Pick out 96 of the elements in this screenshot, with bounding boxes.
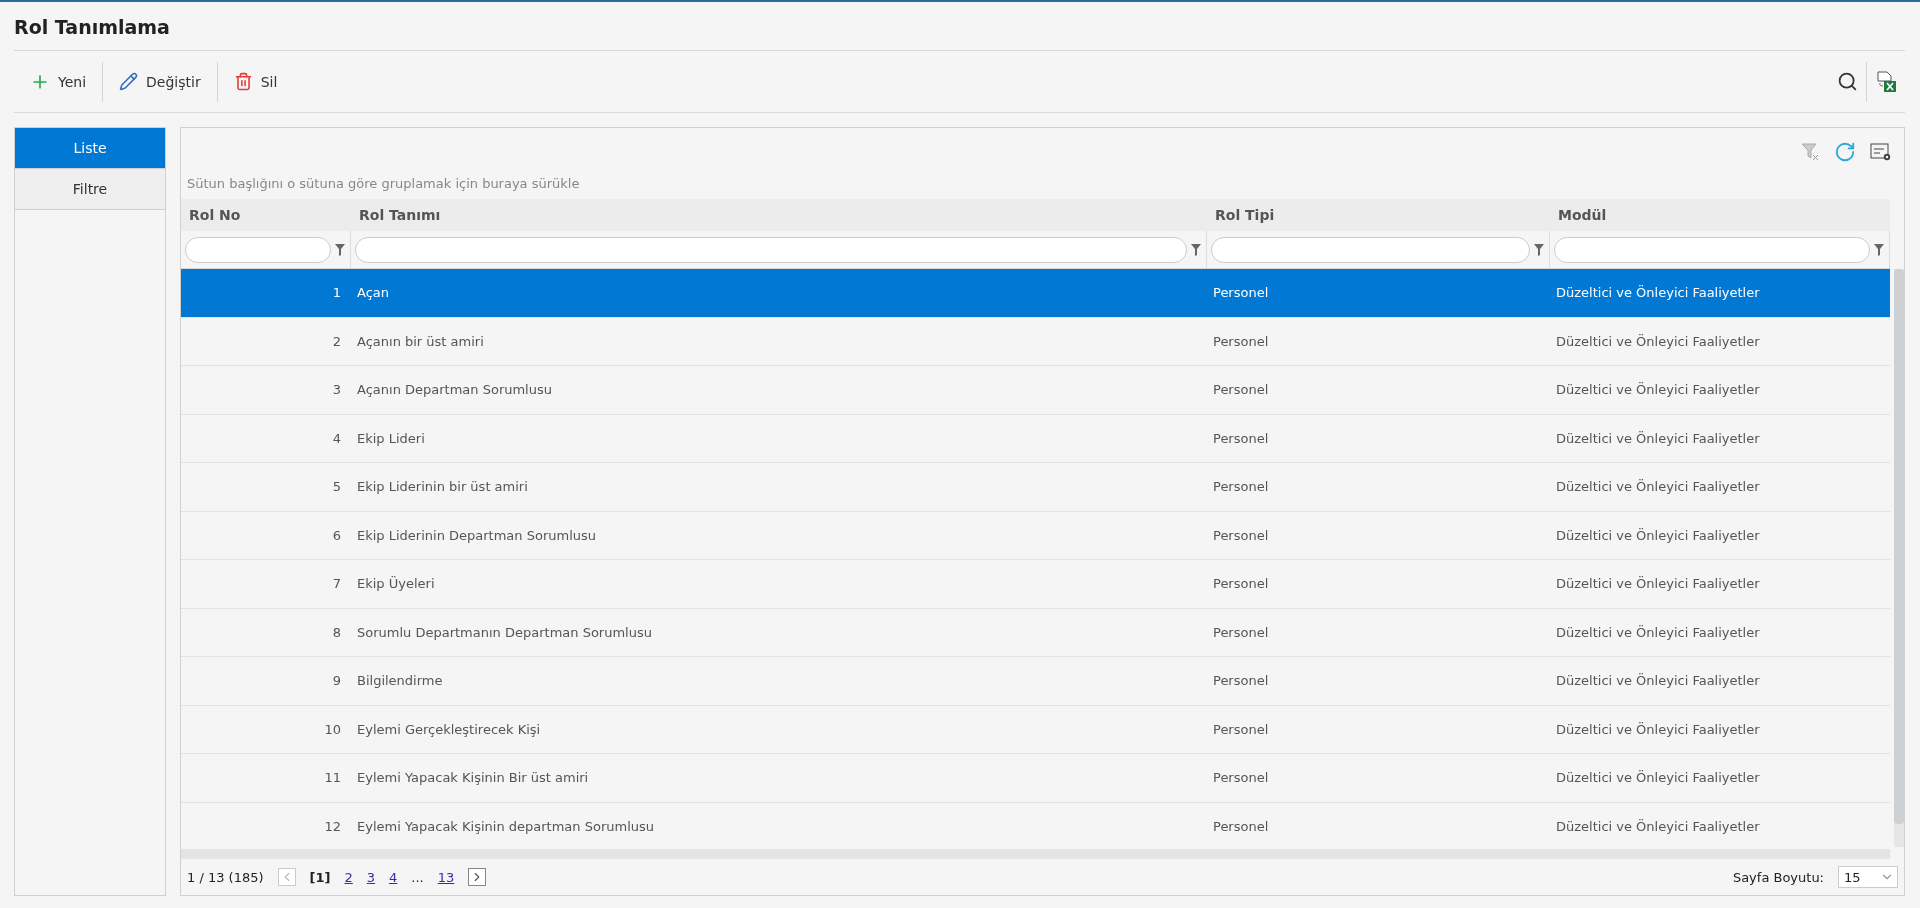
- side-tab[interactable]: Liste: [15, 128, 165, 169]
- page-link[interactable]: 4: [389, 869, 398, 885]
- table-cell-text: 3: [331, 382, 342, 398]
- table-row[interactable]: 2 Açanın bir üst amiri Personel Düzeltici ve Önleyici Faaliyetler: [181, 317, 1890, 366]
- new-button[interactable]: Yeni: [14, 61, 103, 102]
- table-cell-text: Düzeltici ve Önleyici Faaliyetler: [1555, 430, 1761, 446]
- trash-icon: [233, 72, 253, 91]
- filter-icon[interactable]: [1873, 242, 1885, 257]
- table-cell-text: Personel: [1212, 479, 1270, 495]
- table-row[interactable]: 6 Ekip Liderinin Departman Sorumlusu Personel Düzeltici ve Önleyici Faaliyetler: [181, 511, 1890, 560]
- horizontal-scrollbar[interactable]: [181, 849, 1890, 859]
- table-row[interactable]: 8 Sorumlu Departmanın Departman Sorumlusu Personel Düzeltici ve Önleyici Faaliyetler: [181, 608, 1890, 657]
- page-info: 1 / 13 (185): [187, 869, 264, 885]
- table-cell-text: Düzeltici ve Önleyici Faaliyetler: [1555, 382, 1761, 398]
- page-ellipsis: ...: [411, 869, 424, 885]
- table-cell-text: Personel: [1212, 721, 1270, 737]
- column-header[interactable]: Rol No: [181, 207, 351, 223]
- table-row[interactable]: 7 Ekip Üyeleri Personel Düzeltici ve Önleyici Faaliyetler: [181, 560, 1890, 609]
- table-cell-text: Düzeltici ve Önleyici Faaliyetler: [1555, 333, 1761, 349]
- delete-button[interactable]: Sil: [217, 61, 294, 102]
- table-cell-text: Ekip Lideri: [356, 430, 426, 446]
- table-cell-text: Personel: [1212, 285, 1270, 301]
- table-cell-text: Ekip Liderinin bir üst amiri: [356, 479, 529, 495]
- table-row[interactable]: 4 Ekip Lideri Personel Düzeltici ve Önleyici Faaliyetler: [181, 414, 1890, 463]
- table-cell-text: Eylemi Yapacak Kişinin Bir üst amiri: [356, 770, 590, 786]
- table-cell-text: Personel: [1212, 333, 1270, 349]
- table-row[interactable]: 3 Açanın Departman Sorumlusu Personel Düzeltici ve Önleyici Faaliyetler: [181, 366, 1890, 415]
- group-hint: Sütun başlığını o sütuna göre gruplamak için buraya sürükle: [186, 175, 581, 193]
- table-cell-text: Düzeltici ve Önleyici Faaliyetler: [1555, 818, 1761, 834]
- table-cell-text: Açanın bir üst amiri: [356, 333, 485, 349]
- table-cell-text: Düzeltici ve Önleyici Faaliyetler: [1555, 576, 1761, 592]
- table-cell-text: 1: [331, 285, 342, 301]
- table-cell-text: Personel: [1212, 382, 1270, 398]
- table-cell-text: 6: [331, 527, 342, 543]
- table-cell-text: Sorumlu Departmanın Departman Sorumlusu: [356, 624, 653, 640]
- spreadsheet-export-icon[interactable]: [1875, 70, 1897, 93]
- table-cell-text: Açan: [356, 285, 391, 301]
- table-cell-text: Düzeltici ve Önleyici Faaliyetler: [1555, 770, 1761, 786]
- table-cell-text: 11: [323, 770, 342, 786]
- table-cell-text: 4: [331, 430, 342, 446]
- page-size-select[interactable]: 15: [1838, 866, 1898, 888]
- filter-icon[interactable]: [334, 242, 346, 257]
- table-cell-text: 7: [331, 576, 342, 592]
- page-title: Rol Tanımlama: [14, 2, 1905, 51]
- page-size-label: Sayfa Boyutu:: [1732, 869, 1824, 885]
- table-cell-text: Personel: [1212, 576, 1270, 592]
- vertical-scrollbar[interactable]: [1894, 269, 1904, 847]
- table-cell-text: Düzeltici ve Önleyici Faaliyetler: [1555, 624, 1761, 640]
- table-cell-text: Personel: [1212, 818, 1270, 834]
- table-cell-text: Ekip Üyeleri: [356, 576, 436, 592]
- pencil-icon: [119, 72, 139, 91]
- table-cell-text: Bilgilendirme: [356, 673, 444, 689]
- table-cell-text: Eylemi Gerçekleştirecek Kişi: [356, 721, 542, 737]
- table-cell-text: Düzeltici ve Önleyici Faaliyetler: [1555, 285, 1761, 301]
- next-page-button[interactable]: [468, 868, 487, 886]
- table-cell-text: Düzeltici ve Önleyici Faaliyetler: [1555, 673, 1761, 689]
- table-cell-text: Eylemi Yapacak Kişinin departman Sorumlusu: [356, 818, 655, 834]
- table-cell-text: 8: [331, 624, 342, 640]
- clear-filter-icon[interactable]: [1800, 142, 1820, 162]
- table-cell-text: Düzeltici ve Önleyici Faaliyetler: [1555, 721, 1761, 737]
- table-row[interactable]: 5 Ekip Liderinin bir üst amiri Personel Düzeltici ve Önleyici Faaliyetler: [181, 463, 1890, 512]
- table-row[interactable]: 11 Eylemi Yapacak Kişinin Bir üst amiri Personel Düzeltici ve Önleyici Faaliyetler: [181, 754, 1890, 803]
- search-icon: [1837, 71, 1858, 92]
- table-cell-text: 10: [323, 721, 342, 737]
- table-cell-text: 9: [331, 673, 342, 689]
- table-cell-text: 12: [323, 818, 342, 834]
- page-link[interactable]: 13: [437, 869, 455, 885]
- page-link[interactable]: 3: [366, 869, 376, 885]
- filter-field[interactable]: [1554, 236, 1870, 263]
- filter-icon[interactable]: [1533, 242, 1545, 257]
- filter-field[interactable]: [1211, 236, 1530, 263]
- column-header[interactable]: Rol Tanımı: [351, 207, 1207, 223]
- table-cell-text: 2: [331, 333, 342, 349]
- table-cell-text: Personel: [1212, 430, 1270, 446]
- table-cell-text: Açanın Departman Sorumlusu: [356, 382, 553, 398]
- table-cell-text: Düzeltici ve Önleyici Faaliyetler: [1555, 527, 1761, 543]
- side-tab[interactable]: Filtre: [15, 169, 165, 210]
- table-cell-text: Personel: [1212, 624, 1270, 640]
- filter-icon[interactable]: [1190, 242, 1202, 257]
- page-link[interactable]: 2: [344, 869, 353, 885]
- table-cell-text: Düzeltici ve Önleyici Faaliyetler: [1555, 479, 1761, 495]
- column-header[interactable]: Rol Tipi: [1207, 207, 1550, 223]
- filter-field[interactable]: [355, 236, 1187, 263]
- filter-field[interactable]: [185, 236, 331, 263]
- page-link[interactable]: [1]: [309, 869, 331, 885]
- table-cell-text: Personel: [1212, 770, 1270, 786]
- table-row[interactable]: 10 Eylemi Gerçekleştirecek Kişi Personel Düzeltici ve Önleyici Faaliyetler: [181, 705, 1890, 754]
- table-cell-text: Personel: [1212, 673, 1270, 689]
- column-settings-icon[interactable]: [1870, 142, 1892, 162]
- table-cell-text: Personel: [1212, 527, 1270, 543]
- column-header[interactable]: Modül: [1550, 207, 1890, 223]
- edit-button[interactable]: Değiştir: [103, 61, 217, 102]
- table-cell-text: Ekip Liderinin Departman Sorumlusu: [356, 527, 597, 543]
- table-row[interactable]: 1 Açan Personel Düzeltici ve Önleyici Faaliyetler: [181, 269, 1890, 318]
- table-row[interactable]: 9 Bilgilendirme Personel Düzeltici ve Önleyici Faaliyetler: [181, 657, 1890, 706]
- table-cell-text: 5: [331, 479, 342, 495]
